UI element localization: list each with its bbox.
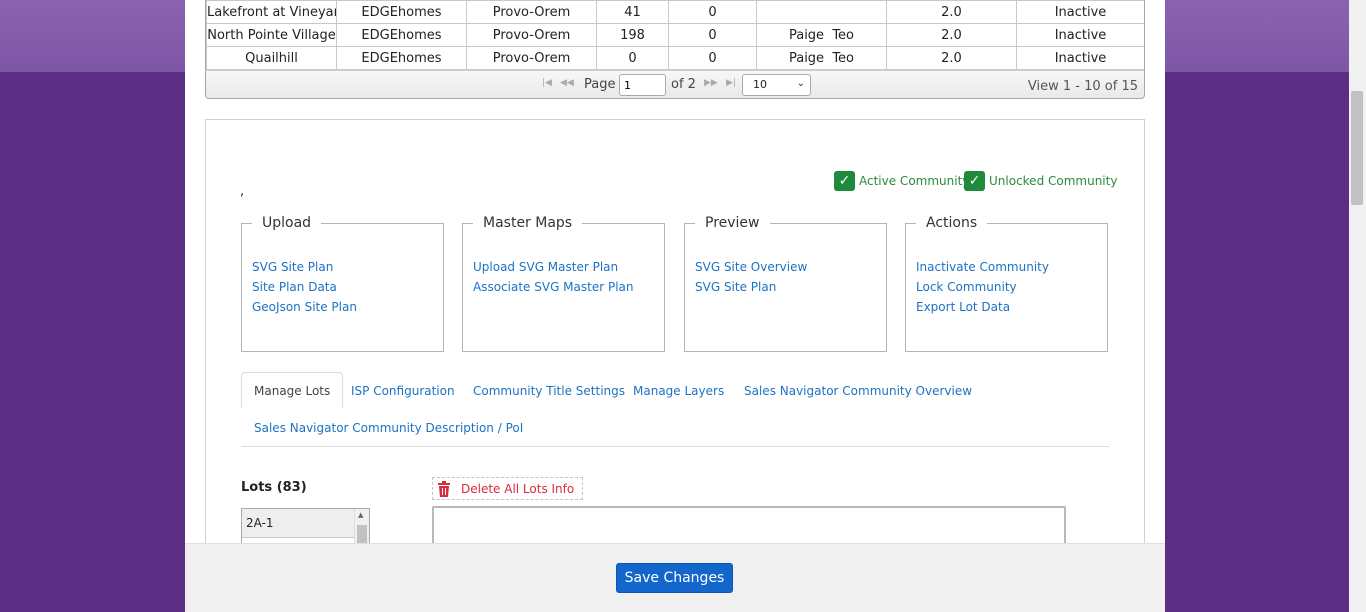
tab-isp-configuration[interactable]: ISP Configuration — [351, 384, 455, 398]
community-name-cell: Lakefront at Vineyard — [206, 0, 337, 24]
owner-cell — [756, 0, 887, 24]
lock-community-link[interactable]: Lock Community — [916, 277, 1049, 297]
delete-all-lots-button[interactable]: Delete All Lots Info — [432, 477, 583, 500]
lots-list[interactable]: 2A-1 ▲ — [241, 508, 370, 548]
last-page-icon[interactable]: ▶| — [726, 78, 736, 88]
count-cell: 0 — [668, 46, 757, 70]
builder-cell: EDGEhomes — [336, 23, 467, 47]
table-row[interactable]: Quailhill EDGEhomes Provo-Orem 0 0 Paige… — [206, 46, 1144, 70]
save-changes-button[interactable]: Save Changes — [616, 563, 733, 593]
page-scrollbar[interactable] — [1349, 0, 1366, 612]
master-maps-legend: Master Maps — [483, 215, 573, 231]
geojson-site-plan-link[interactable]: GeoJson Site Plan — [252, 297, 357, 317]
page-total-label: of 2 — [671, 77, 696, 92]
page-scrollbar-thumb[interactable] — [1351, 91, 1363, 205]
builder-cell: EDGEhomes — [336, 0, 467, 24]
actions-legend: Actions — [926, 215, 978, 231]
count-cell: 0 — [668, 0, 757, 24]
active-community-checkbox[interactable]: ✓ Active Community — [834, 171, 969, 191]
table-row[interactable]: Lakefront at Vineyard EDGEhomes Provo-Or… — [206, 0, 1144, 24]
lots-count-cell: 41 — [596, 0, 669, 24]
unlocked-community-checkbox[interactable]: ✓ Unlocked Community — [964, 171, 1117, 191]
tab-sales-navigator-description[interactable]: Sales Navigator Community Description / … — [254, 421, 523, 435]
community-title-text: , — [240, 184, 245, 199]
associate-svg-master-plan-link[interactable]: Associate SVG Master Plan — [473, 277, 634, 297]
chevron-down-icon: ⌄ — [796, 78, 805, 89]
status-cell: Inactive — [1016, 23, 1144, 47]
scroll-up-icon[interactable]: ▲ — [358, 511, 363, 519]
detail-tabs: Manage Lots ISP Configuration Community … — [241, 372, 1109, 447]
owner-cell: Paige Teo — [756, 46, 887, 70]
preview-group: Preview SVG Site Overview SVG Site Plan — [684, 215, 887, 352]
tab-manage-layers[interactable]: Manage Layers — [633, 384, 724, 398]
owner-cell: Paige Teo — [756, 23, 887, 47]
builder-cell: EDGEhomes — [336, 46, 467, 70]
first-page-icon[interactable]: |◀ — [542, 78, 552, 88]
active-community-label: Active Community — [859, 174, 970, 188]
status-cell: Inactive — [1016, 46, 1144, 70]
communities-grid: Lakefront at Vineyard EDGEhomes Provo-Or… — [205, 0, 1145, 99]
page-number-input[interactable] — [619, 74, 666, 96]
master-maps-group: Master Maps Upload SVG Master Plan Assoc… — [462, 215, 665, 352]
lots-count-cell: 198 — [596, 23, 669, 47]
unlocked-community-label: Unlocked Community — [989, 174, 1118, 188]
region-cell: Provo-Orem — [466, 46, 597, 70]
grid-table: Lakefront at Vineyard EDGEhomes Provo-Or… — [206, 0, 1144, 70]
list-item[interactable]: 2A-1 — [242, 509, 354, 538]
version-cell: 2.0 — [886, 0, 1017, 24]
table-row[interactable]: North Pointe Village EDGEhomes Provo-Ore… — [206, 23, 1144, 47]
prev-page-icon[interactable]: ◀◀ — [560, 78, 574, 88]
checkmark-icon: ✓ — [834, 171, 855, 191]
grid-pager: |◀ ◀◀ Page of 2 ▶▶ ▶| 10 ⌄ View 1 - 10 o… — [206, 70, 1144, 98]
upload-legend: Upload — [262, 215, 312, 231]
delete-all-lots-label: Delete All Lots Info — [461, 481, 575, 496]
tab-sales-navigator-overview[interactable]: Sales Navigator Community Overview — [744, 384, 972, 398]
svg-site-plan-upload-link[interactable]: SVG Site Plan — [252, 257, 357, 277]
inactivate-community-link[interactable]: Inactivate Community — [916, 257, 1049, 277]
tab-manage-lots[interactable]: Manage Lots — [241, 372, 344, 409]
page-size-value: 10 — [753, 78, 767, 91]
community-name-cell: Quailhill — [206, 46, 337, 70]
count-cell: 0 — [668, 23, 757, 47]
page-label: Page — [584, 77, 616, 92]
region-cell: Provo-Orem — [466, 0, 597, 24]
lots-heading: Lots (83) — [241, 480, 307, 495]
tab-community-title-settings[interactable]: Community Title Settings — [473, 384, 625, 398]
region-cell: Provo-Orem — [466, 23, 597, 47]
upload-svg-master-plan-link[interactable]: Upload SVG Master Plan — [473, 257, 634, 277]
version-cell: 2.0 — [886, 23, 1017, 47]
svg-site-plan-preview-link[interactable]: SVG Site Plan — [695, 277, 807, 297]
version-cell: 2.0 — [886, 46, 1017, 70]
community-name-cell: North Pointe Village — [206, 23, 337, 47]
lots-count-cell: 0 — [596, 46, 669, 70]
checkmark-icon: ✓ — [964, 171, 985, 191]
svg-site-overview-link[interactable]: SVG Site Overview — [695, 257, 807, 277]
site-plan-data-link[interactable]: Site Plan Data — [252, 277, 357, 297]
status-cell: Inactive — [1016, 0, 1144, 24]
actions-group: Actions Inactivate Community Lock Commun… — [905, 215, 1108, 352]
modal-footer: Save Changes — [185, 543, 1165, 612]
preview-legend: Preview — [705, 215, 760, 231]
page-size-select[interactable]: 10 ⌄ — [742, 74, 811, 96]
upload-group: Upload SVG Site Plan Site Plan Data GeoJ… — [241, 215, 444, 352]
export-lot-data-link[interactable]: Export Lot Data — [916, 297, 1049, 317]
next-page-icon[interactable]: ▶▶ — [704, 78, 718, 88]
trash-icon — [438, 480, 450, 497]
records-summary: View 1 - 10 of 15 — [1027, 79, 1138, 94]
